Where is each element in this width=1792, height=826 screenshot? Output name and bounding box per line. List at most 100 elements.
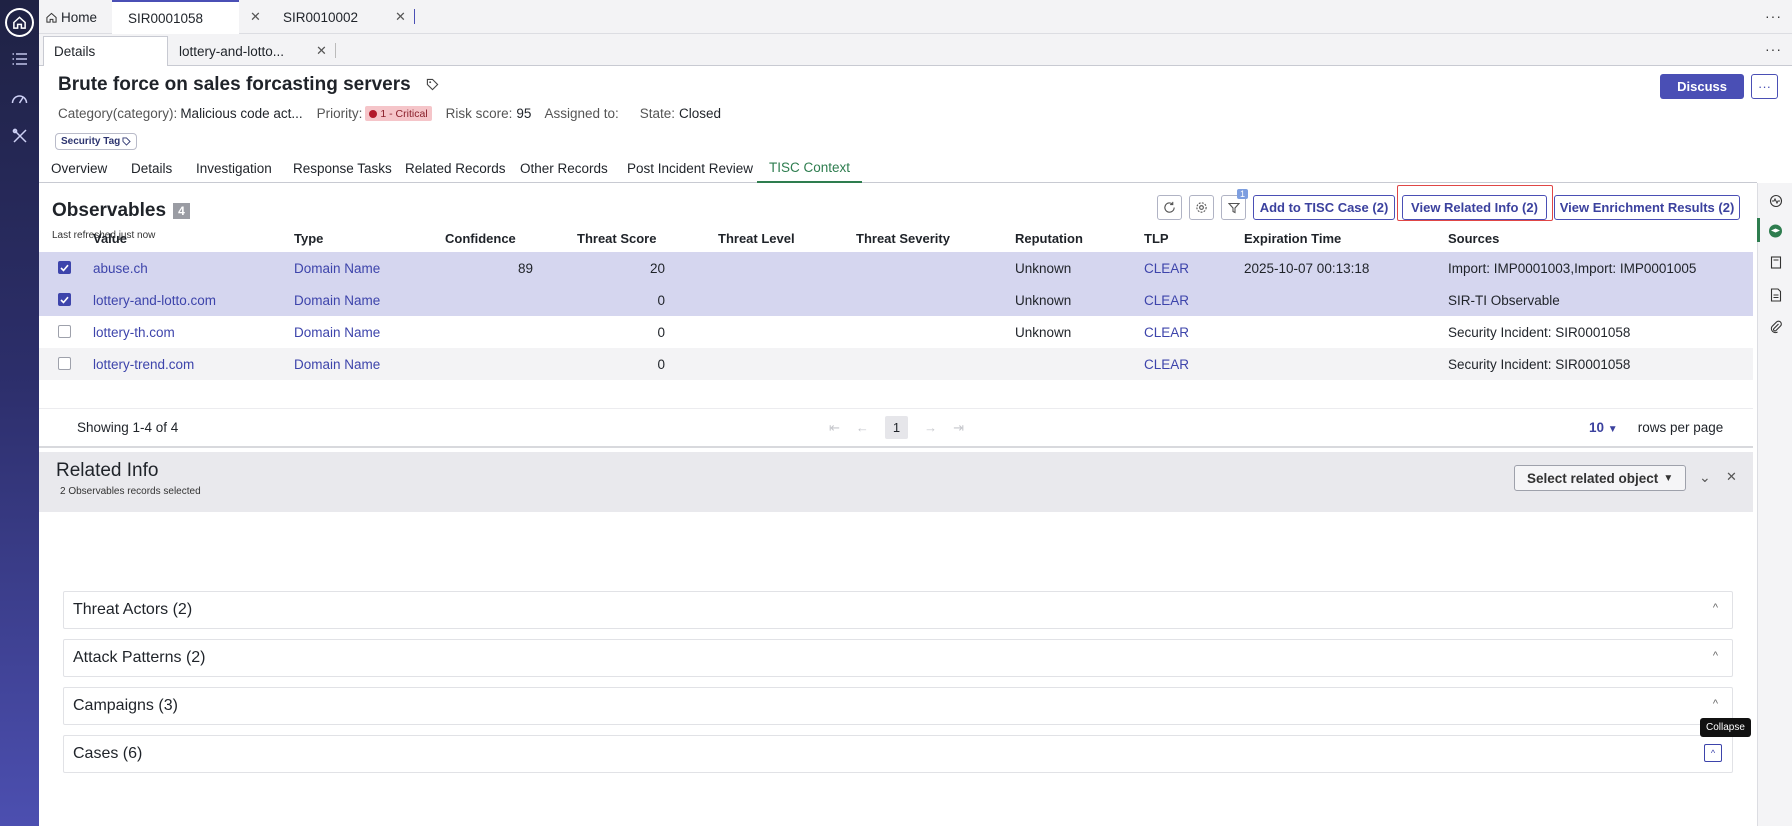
tools-icon[interactable] xyxy=(8,124,31,147)
tab-post-incident-review[interactable]: Post Incident Review xyxy=(627,154,753,183)
activity-icon[interactable] xyxy=(1768,193,1783,208)
document-icon[interactable] xyxy=(1768,287,1783,302)
close-icon[interactable]: ✕ xyxy=(395,9,406,25)
type-link[interactable]: Domain Name xyxy=(294,348,380,380)
threat-score-value: 0 xyxy=(657,292,665,308)
confidence-value: 89 xyxy=(517,260,533,276)
tag-icon[interactable] xyxy=(426,78,439,91)
filter-button[interactable]: 1 xyxy=(1221,189,1248,220)
home-logo-button[interactable] xyxy=(5,8,34,37)
select-related-object-button[interactable]: Select related object ▼ xyxy=(1514,465,1687,491)
prev-page-icon[interactable]: ← xyxy=(856,420,869,435)
type-link[interactable]: Domain Name xyxy=(294,284,380,316)
value-link[interactable]: lottery-and-lotto.com xyxy=(93,284,216,316)
refresh-button[interactable] xyxy=(1157,195,1182,220)
tab-home[interactable]: Home xyxy=(45,0,112,34)
accordion-threat-actors[interactable]: Threat Actors (2) ^ xyxy=(63,591,1733,629)
threat-score-value: 0 xyxy=(657,356,665,372)
row-checkbox[interactable] xyxy=(58,325,71,338)
accordion-attack-patterns[interactable]: Attack Patterns (2) ^ xyxy=(63,639,1733,677)
state-label: State: xyxy=(639,106,676,121)
col-threat-level[interactable]: Threat Level xyxy=(718,222,795,254)
col-threat-severity[interactable]: Threat Severity xyxy=(856,222,950,254)
dashboard-gauge-icon[interactable] xyxy=(8,87,31,110)
chevron-up-icon[interactable]: ^ xyxy=(1713,698,1718,710)
col-type[interactable]: Type xyxy=(294,222,323,254)
col-tlp[interactable]: TLP xyxy=(1144,222,1169,254)
row-checkbox[interactable] xyxy=(58,357,71,370)
tlp-link[interactable]: CLEAR xyxy=(1144,284,1189,316)
related-info-title: Related Info xyxy=(56,460,159,481)
tab-details[interactable]: Details xyxy=(131,154,172,183)
collapse-chevron-up-icon[interactable]: ^ xyxy=(1704,744,1722,762)
settings-button[interactable] xyxy=(1189,195,1214,220)
first-page-icon[interactable]: ⇤ xyxy=(829,420,840,436)
tab-sir0001058[interactable]: SIR0001058 xyxy=(112,0,239,34)
accordion-label: Attack Patterns (2) xyxy=(73,649,206,666)
priority-label: Priority: xyxy=(316,106,363,121)
tab-response-tasks[interactable]: Response Tasks xyxy=(293,154,392,183)
tab-investigation[interactable]: Investigation xyxy=(196,154,272,183)
sources-value: Security Incident: SIR0001058 xyxy=(1448,324,1631,340)
view-enrichment-results-button[interactable]: View Enrichment Results (2) xyxy=(1554,195,1740,220)
table-row[interactable]: lottery-and-lotto.com Domain Name 0 Unkn… xyxy=(39,284,1753,316)
list-icon[interactable] xyxy=(8,47,31,70)
security-tag[interactable]: Security Tag xyxy=(55,133,138,150)
tab-overview[interactable]: Overview xyxy=(51,154,107,183)
chevron-down-icon[interactable]: ⌄ xyxy=(1699,469,1711,486)
pagination: ⇤ ← 1 → ⇥ xyxy=(829,416,964,439)
add-to-tisc-case-button[interactable]: Add to TISC Case (2) xyxy=(1253,195,1395,220)
type-link[interactable]: Domain Name xyxy=(294,316,380,348)
col-expiration-time[interactable]: Expiration Time xyxy=(1244,222,1341,254)
sources-value: Import: IMP0001003,Import: IMP0001005 xyxy=(1448,260,1697,276)
last-page-icon[interactable]: ⇥ xyxy=(953,420,964,436)
type-link[interactable]: Domain Name xyxy=(294,252,380,284)
tab-sir0010002[interactable]: SIR0010002 xyxy=(239,0,364,34)
row-checkbox[interactable] xyxy=(58,293,71,306)
book-icon[interactable] xyxy=(1768,255,1783,270)
sources-value: Security Incident: SIR0001058 xyxy=(1448,356,1631,372)
tlp-link[interactable]: CLEAR xyxy=(1144,348,1189,380)
tlp-link[interactable]: CLEAR xyxy=(1144,252,1189,284)
paperclip-icon[interactable] xyxy=(1768,319,1783,334)
rows-per-page-select[interactable]: 10 ▼ xyxy=(1589,420,1618,435)
value-link[interactable]: abuse.ch xyxy=(93,252,148,284)
table-row[interactable]: lottery-trend.com Domain Name 0 CLEAR Se… xyxy=(39,348,1753,380)
subtab-lottery[interactable]: lottery-and-lotto... xyxy=(179,36,299,66)
table-row[interactable]: lottery-th.com Domain Name 0 Unknown CLE… xyxy=(39,316,1753,348)
col-confidence[interactable]: Confidence xyxy=(445,222,516,254)
current-page[interactable]: 1 xyxy=(884,416,909,439)
next-page-icon[interactable]: → xyxy=(924,420,937,435)
chevron-up-icon[interactable]: ^ xyxy=(1713,650,1718,662)
accordion-campaigns[interactable]: Campaigns (3) ^ xyxy=(63,687,1733,725)
record-title: Brute force on sales forcasting servers xyxy=(58,74,439,96)
chevron-up-icon[interactable]: ^ xyxy=(1713,602,1718,614)
table-row[interactable]: abuse.ch Domain Name 89 20 Unknown CLEAR… xyxy=(39,252,1753,284)
tab-tisc-context[interactable]: TISC Context xyxy=(757,154,863,183)
category-value: Malicious code act... xyxy=(180,106,303,121)
select-related-object-label: Select related object xyxy=(1527,470,1659,486)
more-actions-button[interactable]: ··· xyxy=(1751,74,1778,99)
close-icon[interactable]: ✕ xyxy=(316,43,327,59)
close-icon[interactable]: ✕ xyxy=(1726,469,1737,485)
col-threat-score[interactable]: Threat Score xyxy=(577,222,656,254)
observables-title: Observables xyxy=(52,200,167,221)
tab-other-records[interactable]: Other Records xyxy=(520,154,608,183)
more-horizontal-icon[interactable]: ··· xyxy=(1765,41,1782,57)
tlp-link[interactable]: CLEAR xyxy=(1144,316,1189,348)
rows-per-page-value: 10 xyxy=(1589,420,1605,435)
tab-related-records[interactable]: Related Records xyxy=(405,154,506,183)
value-link[interactable]: lottery-trend.com xyxy=(93,348,194,380)
observables-table-header: Value Type Confidence Threat Score Threa… xyxy=(39,222,1753,252)
discuss-button[interactable]: Discuss xyxy=(1660,74,1744,99)
accordion-cases[interactable]: Cases (6) ^ xyxy=(63,735,1733,773)
more-horizontal-icon[interactable]: ··· xyxy=(1765,8,1782,24)
col-sources[interactable]: Sources xyxy=(1448,222,1499,254)
graduation-cap-icon[interactable] xyxy=(1768,223,1783,238)
row-checkbox[interactable] xyxy=(58,261,71,274)
col-value[interactable]: Value xyxy=(93,222,127,254)
subtab-details[interactable]: Details xyxy=(43,36,168,66)
value-link[interactable]: lottery-th.com xyxy=(93,316,175,348)
reputation-value: Unknown xyxy=(1015,260,1072,276)
col-reputation[interactable]: Reputation xyxy=(1015,222,1083,254)
